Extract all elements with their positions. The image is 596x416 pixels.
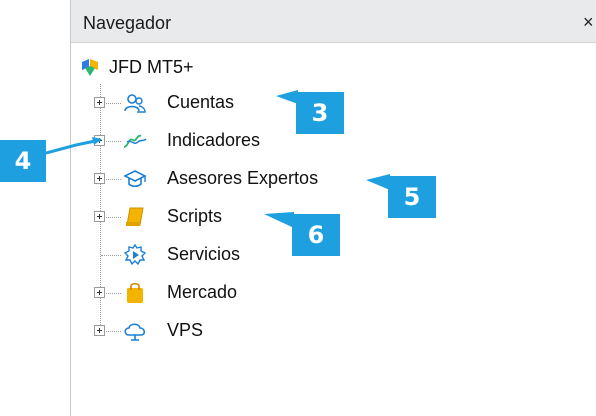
- tree-item-indicadores[interactable]: Indicadores: [71, 122, 471, 160]
- expand-icon[interactable]: [94, 173, 105, 184]
- tree-connector: [106, 293, 121, 294]
- indicators-icon: [123, 130, 147, 152]
- callout-badge-4: 4: [0, 140, 46, 182]
- tree-item-label: Scripts: [167, 206, 223, 226]
- callout-badge-6: 6: [292, 214, 340, 256]
- tree-connector: [106, 217, 121, 218]
- navigator-title: Navegador: [83, 13, 172, 33]
- callout-arrow-6: [264, 212, 294, 228]
- tree-root[interactable]: JFD MT5+: [79, 52, 194, 82]
- tree-item-label: Indicadores: [167, 130, 261, 150]
- tree-connector: [101, 255, 121, 256]
- navigator-panel: Navegador × JFD MT5+ Cuentas Indicadores…: [70, 0, 596, 416]
- vps-cloud-icon: [123, 320, 147, 342]
- tree-item-label: Servicios: [167, 244, 241, 264]
- expand-icon[interactable]: [94, 287, 105, 298]
- navigator-titlebar: Navegador ×: [71, 0, 596, 43]
- callout-arrow-5: [366, 174, 390, 190]
- close-icon[interactable]: ×: [583, 12, 596, 32]
- accounts-icon: [123, 92, 147, 114]
- tree-item-cuentas[interactable]: Cuentas: [71, 84, 471, 122]
- expert-advisors-icon: [123, 168, 147, 190]
- tree-connector: [106, 179, 121, 180]
- callout-badge-3: 3: [296, 92, 344, 134]
- market-icon: [123, 282, 147, 304]
- expand-icon[interactable]: [94, 211, 105, 222]
- tree-connector: [106, 141, 121, 142]
- tree-item-label: Asesores Expertos: [167, 168, 319, 188]
- tree-item-mercado[interactable]: Mercado: [71, 274, 471, 312]
- expand-icon[interactable]: [94, 97, 105, 108]
- tree-item-vps[interactable]: VPS: [71, 312, 471, 350]
- scripts-icon: [123, 206, 147, 228]
- tree-connector: [106, 331, 121, 332]
- callout-badge-5: 5: [388, 176, 436, 218]
- tree-item-label: Mercado: [167, 282, 238, 302]
- tree-item-label: VPS: [167, 320, 204, 340]
- callout-arrow-3: [276, 90, 298, 104]
- tree-item-label: Cuentas: [167, 92, 235, 112]
- services-icon: [123, 243, 147, 266]
- tree-root-label: JFD MT5+: [109, 56, 194, 77]
- tree-item-servicios[interactable]: Servicios: [71, 236, 471, 274]
- expand-icon[interactable]: [94, 325, 105, 336]
- metatrader-logo-icon: [79, 56, 101, 78]
- callout-arrow-4: [46, 137, 102, 155]
- tree-connector: [106, 103, 121, 104]
